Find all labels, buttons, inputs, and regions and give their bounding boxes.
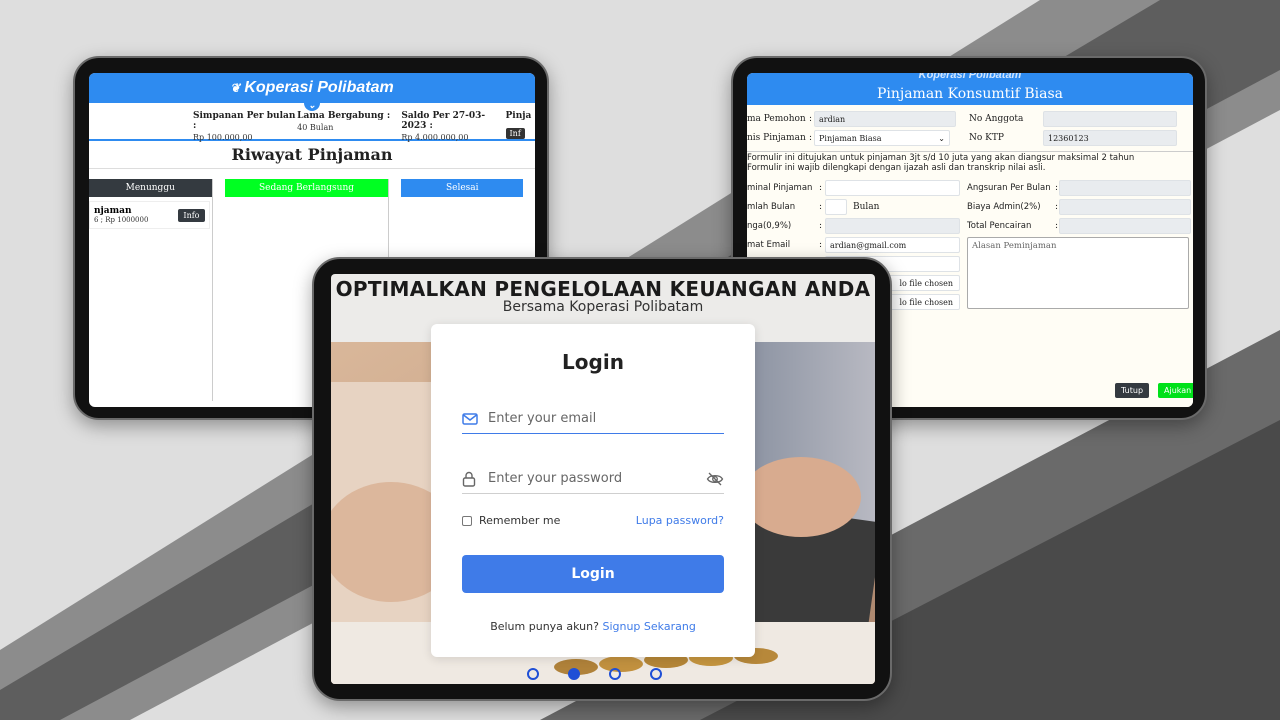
stat-label: Lama Bergabung :: [297, 111, 391, 121]
angsuran-field[interactable]: [1059, 180, 1191, 196]
page-title: Riwayat Pinjaman: [89, 141, 535, 169]
stat-value: 40 Bulan: [297, 123, 334, 132]
row-nama: ma Pemohon : ardian: [747, 111, 956, 127]
loan-subtitle: 6 ; Rp 1000000: [94, 216, 149, 224]
row-ktp: No KTP 12360123: [969, 130, 1177, 146]
login-title: Login: [562, 350, 624, 374]
row-total-pencairan: Total Pencairan :: [967, 218, 1191, 234]
brand-header: Koperasi Polibatam: [747, 73, 1193, 83]
carousel-dot-1[interactable]: [527, 668, 539, 680]
stat-simpanan: Simpanan Per bulan : Rp 100.000,00: [193, 111, 297, 142]
loan-info-button[interactable]: Info: [178, 208, 205, 222]
field-label: Total Pencairan: [967, 221, 1032, 231]
jumlah-bulan-field[interactable]: [825, 199, 847, 215]
field-label: Angsuran Per Bulan: [967, 183, 1051, 193]
field-label: minal Pinjaman: [747, 183, 813, 193]
loan-title: njaman: [94, 206, 132, 216]
email-field[interactable]: ardian@gmail.com: [825, 237, 960, 253]
signup-link[interactable]: Signup Sekarang: [602, 620, 695, 633]
column-header: Selesai: [401, 179, 523, 197]
stat-label: Simpanan Per bulan :: [193, 111, 296, 131]
leaf-icon: ❦: [230, 81, 241, 95]
form-note-2: Formulir ini wajib dilengkapi dengan ija…: [747, 163, 1046, 173]
no-ktp-field[interactable]: 12360123: [1043, 130, 1177, 146]
total-pencairan-field[interactable]: [1059, 218, 1191, 234]
stat-value: Rp 4.000.000,00: [401, 133, 469, 142]
nama-pemohon-field[interactable]: ardian: [814, 111, 956, 127]
field-label: nis Pinjaman: [747, 133, 806, 143]
biaya-admin-field[interactable]: [1059, 199, 1191, 215]
row-anggota: No Anggota: [969, 111, 1177, 127]
no-anggota-field[interactable]: [1043, 111, 1177, 127]
alasan-textarea[interactable]: Alasan Peminjaman: [967, 237, 1189, 309]
column-header: Menunggu: [89, 179, 212, 197]
field-label: ma Pemohon: [747, 114, 806, 124]
brand-name: Koperasi Polibatam: [244, 79, 394, 96]
signup-prompt: Belum punya akun? Signup Sekarang: [431, 620, 755, 633]
field-label: mat Email: [747, 240, 791, 250]
row-angsuran: Angsuran Per Bulan :: [967, 180, 1191, 196]
hero-subtitle: Bersama Koperasi Polibatam: [502, 299, 704, 315]
jenis-pinjaman-select[interactable]: Pinjaman Biasa ⌄: [814, 130, 950, 146]
column-header: Sedang Berlangsung: [224, 179, 389, 197]
carousel-dot-2[interactable]: [568, 668, 580, 680]
row-jenis: nis Pinjaman : Pinjaman Biasa ⌄: [747, 130, 950, 146]
login-button[interactable]: Login: [462, 555, 724, 593]
email-field[interactable]: [462, 404, 724, 434]
nominal-pinjaman-field[interactable]: [825, 180, 960, 196]
field-label: nga(0,9%): [747, 221, 792, 231]
carousel-dot-4[interactable]: [650, 668, 662, 680]
form-title: Pinjaman Konsumtif Biasa: [747, 83, 1193, 105]
signup-prefix: Belum punya akun?: [490, 620, 599, 633]
login-card: Login Remember me Lupa pass: [431, 324, 755, 657]
stat-lama-bergabung: Lama Bergabung : 40 Bulan: [297, 111, 401, 139]
row-biaya-admin: Biaya Admin(2%) :: [967, 199, 1191, 215]
email-input[interactable]: [488, 411, 688, 426]
field-label: mlah Bulan: [747, 202, 796, 212]
stat-saldo: Saldo Per 27-03-2023 : Rp 4.000.000,00: [401, 111, 505, 142]
bunga-field[interactable]: [825, 218, 960, 234]
carousel-dot-3[interactable]: [609, 668, 621, 680]
password-field[interactable]: [462, 464, 724, 494]
stat-label: Pinja: [505, 111, 532, 121]
field-label: Biaya Admin(2%): [967, 202, 1041, 212]
info-button[interactable]: Inf: [505, 128, 525, 139]
field-label: No Anggota: [969, 114, 1024, 124]
carousel-indicators: [527, 668, 662, 680]
remember-label: Remember me: [479, 514, 561, 527]
form-note-1: Formulir ini ditujukan untuk pinjaman 3j…: [747, 151, 1193, 163]
remember-checkbox[interactable]: [462, 515, 472, 526]
tablet-login: OPTIMALKAN PENGELOLAAN KEUANGAN ANDA Ber…: [312, 257, 892, 701]
forgot-password-link[interactable]: Lupa password?: [636, 514, 724, 527]
chevron-down-icon: ⌄: [938, 133, 945, 143]
mail-icon: [462, 412, 482, 425]
row-bunga: nga(0,9%) :: [747, 218, 960, 234]
hero-title: OPTIMALKAN PENGELOLAAN KEUANGAN ANDA: [335, 277, 871, 301]
ajukan-button[interactable]: Ajukan: [1158, 383, 1193, 398]
login-screen: OPTIMALKAN PENGELOLAAN KEUANGAN ANDA Ber…: [331, 274, 875, 684]
stat-pinjaman: Pinja Inf: [505, 111, 535, 139]
stat-value: Rp 100.000,00: [193, 133, 253, 142]
eye-slash-icon[interactable]: [706, 472, 724, 486]
bulan-suffix: Bulan: [853, 202, 880, 212]
column-menunggu: Menunggu njaman 6 ; Rp 1000000 Info: [89, 179, 213, 401]
field-label: No KTP: [969, 133, 1004, 143]
brand-header: ❦ Koperasi Polibatam ⌄: [89, 73, 535, 111]
loan-card: njaman 6 ; Rp 1000000 Info: [89, 201, 210, 229]
stat-label: Saldo Per 27-03-2023 :: [401, 111, 486, 131]
row-email: mat Email : ardian@gmail.com: [747, 237, 960, 253]
row-nominal: minal Pinjaman :: [747, 180, 960, 196]
row-jumlah-bulan: mlah Bulan : Bulan: [747, 199, 879, 215]
lock-icon: [462, 471, 482, 487]
remember-me[interactable]: Remember me: [462, 514, 560, 527]
password-input[interactable]: [488, 471, 688, 486]
select-value: Pinjaman Biasa: [819, 133, 882, 143]
tutup-button[interactable]: Tutup: [1115, 383, 1150, 398]
